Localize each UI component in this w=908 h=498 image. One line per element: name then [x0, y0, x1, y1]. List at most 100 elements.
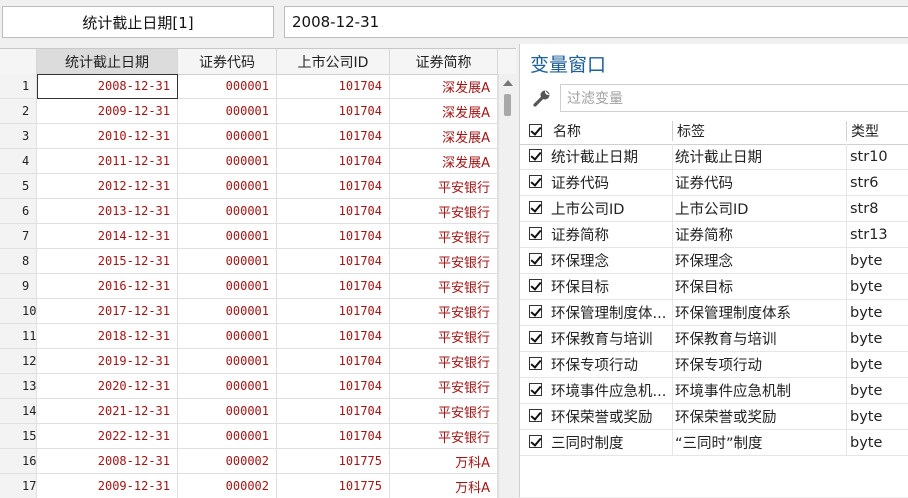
company-id-cell[interactable]: 101704: [277, 74, 390, 99]
table-row[interactable]: 14 2021-12-31 000001 101704 平安银行: [0, 399, 498, 424]
company-id-cell[interactable]: 101775: [277, 474, 390, 498]
short-name-cell[interactable]: 深发展A: [390, 149, 498, 174]
row-number[interactable]: 4: [0, 149, 37, 174]
variable-row[interactable]: 证券代码 证券代码 str6: [520, 170, 908, 196]
variable-checkbox[interactable]: [529, 227, 542, 240]
short-name-cell[interactable]: 平安银行: [390, 224, 498, 249]
table-row[interactable]: 4 2011-12-31 000001 101704 深发展A: [0, 149, 498, 174]
code-cell[interactable]: 000002: [178, 474, 277, 498]
date-cell[interactable]: 2022-12-31: [37, 424, 178, 449]
company-id-cell[interactable]: 101704: [277, 374, 390, 399]
company-id-cell[interactable]: 101704: [277, 174, 390, 199]
code-cell[interactable]: 000001: [178, 149, 277, 174]
variable-checkbox[interactable]: [529, 149, 542, 162]
row-number[interactable]: 13: [0, 374, 37, 399]
date-cell[interactable]: 2008-12-31: [37, 74, 178, 99]
row-number[interactable]: 8: [0, 249, 37, 274]
code-cell[interactable]: 000001: [178, 124, 277, 149]
date-cell[interactable]: 2020-12-31: [37, 374, 178, 399]
variable-row[interactable]: 环保管理制度体... 环保管理制度体系 byte: [520, 300, 908, 326]
row-number[interactable]: 9: [0, 274, 37, 299]
row-number[interactable]: 5: [0, 174, 37, 199]
row-number[interactable]: 1: [0, 74, 37, 99]
company-id-cell[interactable]: 101704: [277, 399, 390, 424]
date-cell[interactable]: 2019-12-31: [37, 349, 178, 374]
short-name-cell[interactable]: 万科A: [390, 449, 498, 474]
table-row[interactable]: 1 2008-12-31 000001 101704 深发展A: [0, 74, 498, 99]
row-number[interactable]: 2: [0, 99, 37, 124]
company-id-cell[interactable]: 101704: [277, 124, 390, 149]
short-name-cell[interactable]: 深发展A: [390, 99, 498, 124]
table-row[interactable]: 7 2014-12-31 000001 101704 平安银行: [0, 224, 498, 249]
code-cell[interactable]: 000001: [178, 299, 277, 324]
date-cell[interactable]: 2010-12-31: [37, 124, 178, 149]
date-cell[interactable]: 2013-12-31: [37, 199, 178, 224]
short-name-cell[interactable]: 深发展A: [390, 124, 498, 149]
short-name-cell[interactable]: 平安银行: [390, 399, 498, 424]
date-cell[interactable]: 2009-12-31: [37, 99, 178, 124]
variable-checkbox[interactable]: [529, 409, 542, 422]
select-all-checkbox[interactable]: [529, 124, 542, 137]
code-cell[interactable]: 000001: [178, 99, 277, 124]
variable-row[interactable]: 环保目标 环保目标 byte: [520, 274, 908, 300]
variable-row[interactable]: 上市公司ID 上市公司ID str8: [520, 196, 908, 222]
variable-checkbox[interactable]: [529, 357, 542, 370]
row-number[interactable]: 16: [0, 449, 37, 474]
date-cell[interactable]: 2009-12-31: [37, 474, 178, 498]
company-id-cell[interactable]: 101704: [277, 199, 390, 224]
company-id-cell[interactable]: 101704: [277, 424, 390, 449]
column-header[interactable]: 证券简称: [390, 49, 498, 74]
variable-checkbox[interactable]: [529, 435, 542, 448]
variable-checkbox[interactable]: [529, 331, 542, 344]
date-cell[interactable]: 2016-12-31: [37, 274, 178, 299]
short-name-cell[interactable]: 平安银行: [390, 374, 498, 399]
date-cell[interactable]: 2015-12-31: [37, 249, 178, 274]
variable-row[interactable]: 环保理念 环保理念 byte: [520, 248, 908, 274]
short-name-cell[interactable]: 平安银行: [390, 299, 498, 324]
vertical-scrollbar[interactable]: [498, 74, 516, 498]
table-row[interactable]: 8 2015-12-31 000001 101704 平安银行: [0, 249, 498, 274]
date-cell[interactable]: 2017-12-31: [37, 299, 178, 324]
table-row[interactable]: 17 2009-12-31 000002 101775 万科A: [0, 474, 498, 498]
variable-checkbox[interactable]: [529, 175, 542, 188]
code-cell[interactable]: 000001: [178, 174, 277, 199]
variable-checkbox[interactable]: [529, 383, 542, 396]
company-id-cell[interactable]: 101704: [277, 349, 390, 374]
variable-checkbox[interactable]: [529, 253, 542, 266]
row-number[interactable]: 7: [0, 224, 37, 249]
code-cell[interactable]: 000001: [178, 374, 277, 399]
table-row[interactable]: 2 2009-12-31 000001 101704 深发展A: [0, 99, 498, 124]
code-cell[interactable]: 000001: [178, 249, 277, 274]
type-column-header[interactable]: 类型: [851, 118, 879, 144]
code-cell[interactable]: 000001: [178, 324, 277, 349]
row-number[interactable]: 15: [0, 424, 37, 449]
short-name-cell[interactable]: 平安银行: [390, 424, 498, 449]
variable-row[interactable]: 三同时制度 “三同时”制度 byte: [520, 430, 908, 456]
code-cell[interactable]: 000001: [178, 74, 277, 99]
variable-row[interactable]: 环保荣誉或奖励 环保荣誉或奖励 byte: [520, 404, 908, 430]
short-name-cell[interactable]: 平安银行: [390, 249, 498, 274]
table-row[interactable]: 6 2013-12-31 000001 101704 平安银行: [0, 199, 498, 224]
date-cell[interactable]: 2018-12-31: [37, 324, 178, 349]
code-cell[interactable]: 000001: [178, 199, 277, 224]
table-row[interactable]: 10 2017-12-31 000001 101704 平安银行: [0, 299, 498, 324]
row-number[interactable]: 11: [0, 324, 37, 349]
scroll-up-arrow-icon[interactable]: [503, 80, 513, 86]
scrollbar-thumb[interactable]: [504, 94, 511, 116]
code-cell[interactable]: 000002: [178, 449, 277, 474]
name-column-header[interactable]: 名称: [553, 118, 581, 144]
table-row[interactable]: 9 2016-12-31 000001 101704 平安银行: [0, 274, 498, 299]
current-cell-value[interactable]: 2008-12-31: [284, 6, 908, 38]
date-cell[interactable]: 2012-12-31: [37, 174, 178, 199]
table-row[interactable]: 15 2022-12-31 000001 101704 平安银行: [0, 424, 498, 449]
column-divider[interactable]: [846, 121, 847, 141]
code-cell[interactable]: 000001: [178, 274, 277, 299]
table-row[interactable]: 12 2019-12-31 000001 101704 平安银行: [0, 349, 498, 374]
code-cell[interactable]: 000001: [178, 424, 277, 449]
date-cell[interactable]: 2011-12-31: [37, 149, 178, 174]
date-cell[interactable]: 2008-12-31: [37, 449, 178, 474]
short-name-cell[interactable]: 平安银行: [390, 324, 498, 349]
variable-row[interactable]: 环保专项行动 环保专项行动 byte: [520, 352, 908, 378]
company-id-cell[interactable]: 101704: [277, 249, 390, 274]
filter-variables-input[interactable]: 过滤变量: [560, 84, 908, 112]
